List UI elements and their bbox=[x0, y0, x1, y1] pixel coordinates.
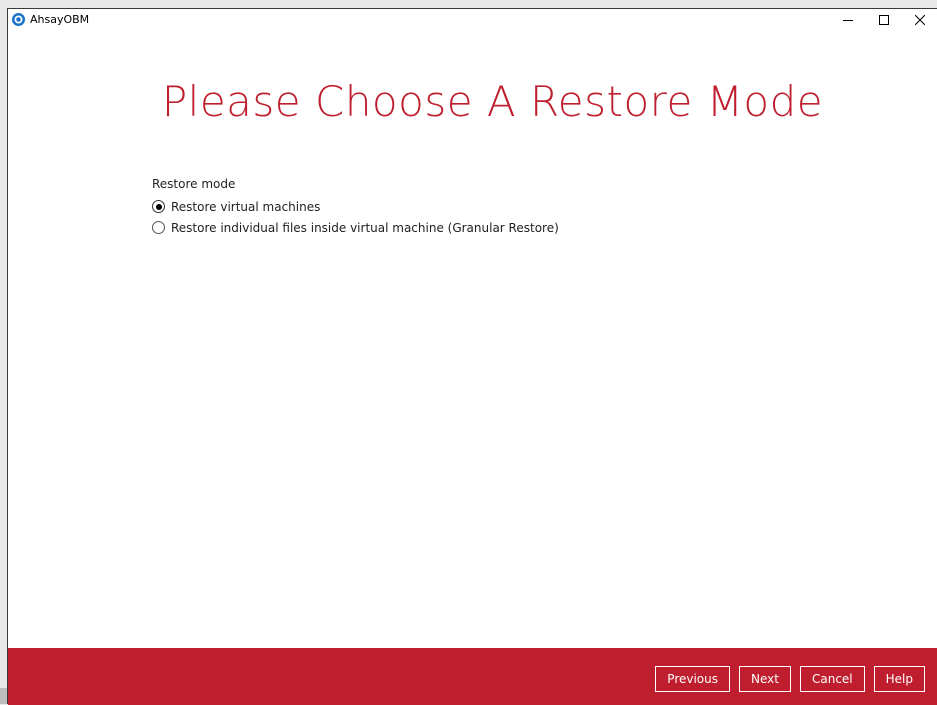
minimize-icon bbox=[843, 20, 853, 21]
restore-mode-label: Restore mode bbox=[152, 177, 236, 191]
restore-mode-group: Restore mode Restore virtual machines Re… bbox=[152, 177, 559, 238]
close-button[interactable] bbox=[903, 9, 937, 31]
footer-bar: Previous Next Cancel Help bbox=[8, 648, 937, 705]
radio-label: Restore individual files inside virtual … bbox=[171, 220, 559, 235]
footer-buttons: Previous Next Cancel Help bbox=[655, 666, 925, 692]
previous-button[interactable]: Previous bbox=[655, 666, 731, 692]
help-button[interactable]: Help bbox=[873, 666, 925, 692]
ahsay-logo-icon bbox=[12, 13, 25, 26]
title-bar: AhsayOBM bbox=[8, 9, 937, 31]
radio-label: Restore virtual machines bbox=[171, 199, 321, 214]
minimize-button[interactable] bbox=[831, 9, 865, 31]
radio-checked-icon[interactable] bbox=[152, 200, 165, 213]
cancel-button[interactable]: Cancel bbox=[799, 666, 865, 692]
maximize-button[interactable] bbox=[867, 9, 901, 31]
app-window: AhsayOBM Please Choose A Restore Mode Re… bbox=[7, 8, 937, 705]
page-title: Please Choose A Restore Mode bbox=[161, 77, 824, 126]
radio-unchecked-icon[interactable] bbox=[152, 221, 165, 234]
radio-granular-restore[interactable]: Restore individual files inside virtual … bbox=[152, 217, 559, 238]
radio-restore-virtual-machines[interactable]: Restore virtual machines bbox=[152, 196, 559, 217]
maximize-icon bbox=[879, 15, 889, 25]
close-icon bbox=[915, 15, 925, 25]
background-strip bbox=[0, 688, 7, 704]
window-title: AhsayOBM bbox=[30, 13, 90, 26]
next-button[interactable]: Next bbox=[739, 666, 791, 692]
